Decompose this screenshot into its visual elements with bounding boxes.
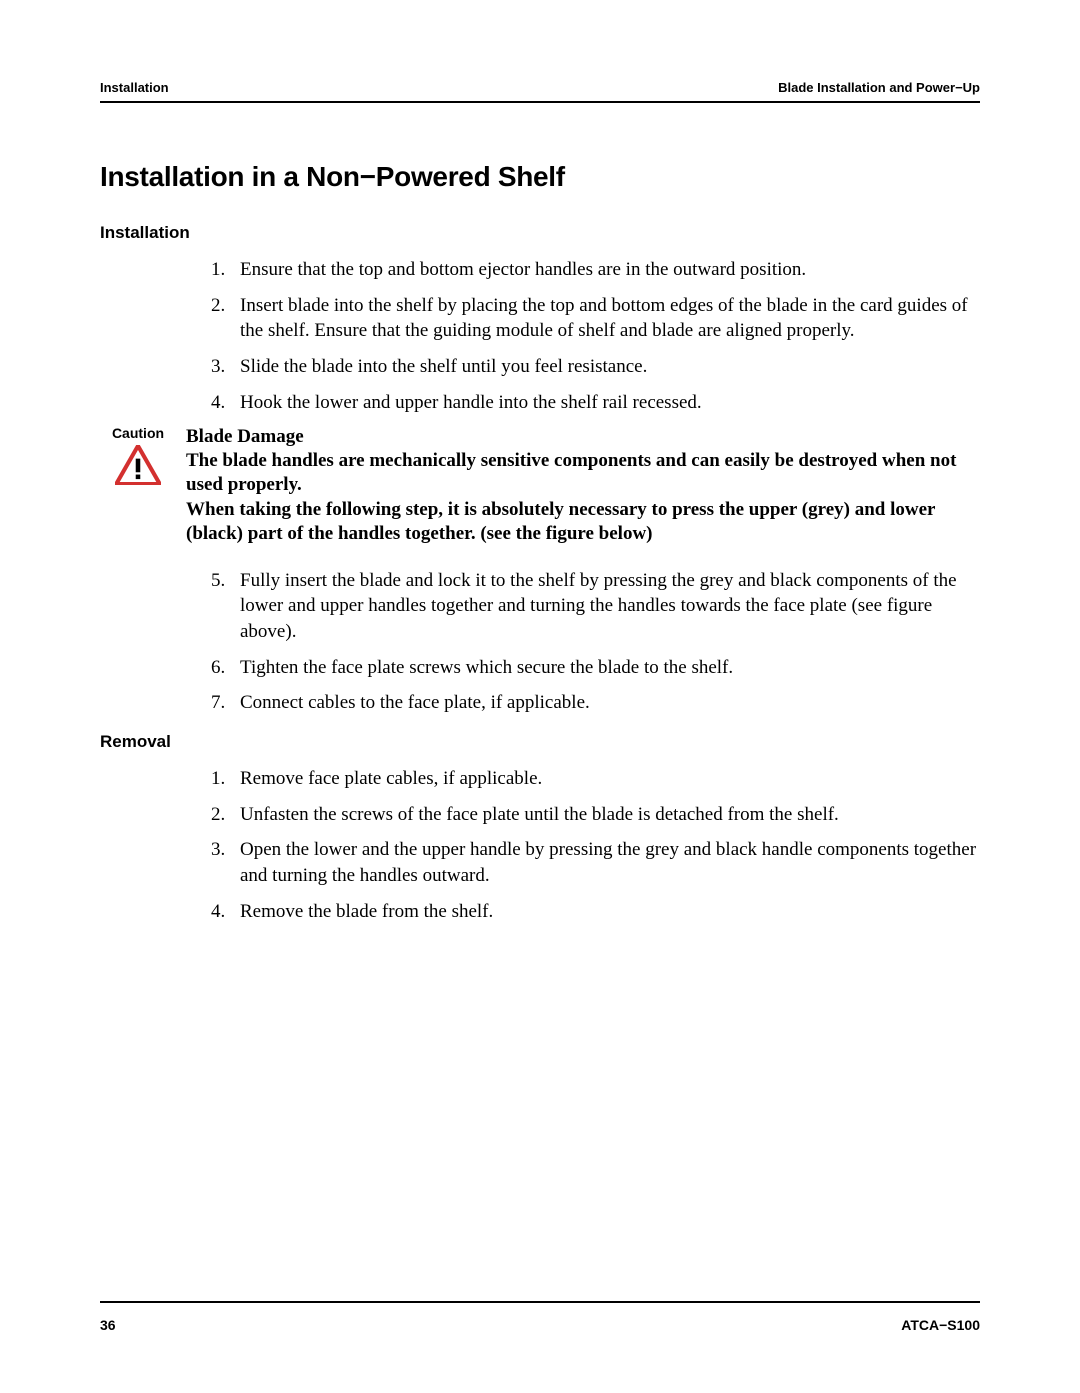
installation-steps-2: Fully insert the blade and lock it to th…	[100, 568, 980, 716]
caution-title: Blade Damage	[186, 425, 980, 449]
list-item: Ensure that the top and bottom ejector h…	[230, 257, 980, 283]
list-item: Hook the lower and upper handle into the…	[230, 390, 980, 416]
header-left: Installation	[100, 80, 169, 95]
caution-label: Caution	[100, 425, 176, 441]
header-rule	[100, 101, 980, 103]
document-id: ATCA−S100	[901, 1317, 980, 1333]
footer-rule	[100, 1301, 980, 1303]
page-header: Installation Blade Installation and Powe…	[100, 80, 980, 101]
list-item: Open the lower and the upper handle by p…	[230, 837, 980, 888]
list-item: Remove the blade from the shelf.	[230, 899, 980, 925]
removal-steps: Remove face plate cables, if applicable.…	[100, 766, 980, 924]
caution-para-2: When taking the following step, it is ab…	[186, 498, 980, 546]
list-item: Slide the blade into the shelf until you…	[230, 354, 980, 380]
warning-triangle-icon	[115, 445, 161, 485]
list-item: Unfasten the screws of the face plate un…	[230, 802, 980, 828]
caution-para-1: The blade handles are mechanically sensi…	[186, 449, 980, 497]
footer-row: 36 ATCA−S100	[100, 1317, 980, 1333]
installation-steps-1: Ensure that the top and bottom ejector h…	[100, 257, 980, 415]
section-title: Installation in a Non−Powered Shelf	[100, 161, 980, 193]
caution-block: Caution Blade Damage The blade handles a…	[100, 425, 980, 546]
list-item: Insert blade into the shelf by placing t…	[230, 293, 980, 344]
page-number: 36	[100, 1317, 116, 1333]
list-item: Tighten the face plate screws which secu…	[230, 655, 980, 681]
header-right: Blade Installation and Power−Up	[778, 80, 980, 95]
list-item: Remove face plate cables, if applicable.	[230, 766, 980, 792]
installation-heading: Installation	[100, 223, 980, 243]
removal-heading: Removal	[100, 732, 980, 752]
page-footer: 36 ATCA−S100	[100, 1301, 980, 1333]
list-item: Connect cables to the face plate, if app…	[230, 690, 980, 716]
caution-left-column: Caution	[100, 425, 176, 546]
list-item: Fully insert the blade and lock it to th…	[230, 568, 980, 645]
caution-content: Blade Damage The blade handles are mecha…	[176, 425, 980, 546]
